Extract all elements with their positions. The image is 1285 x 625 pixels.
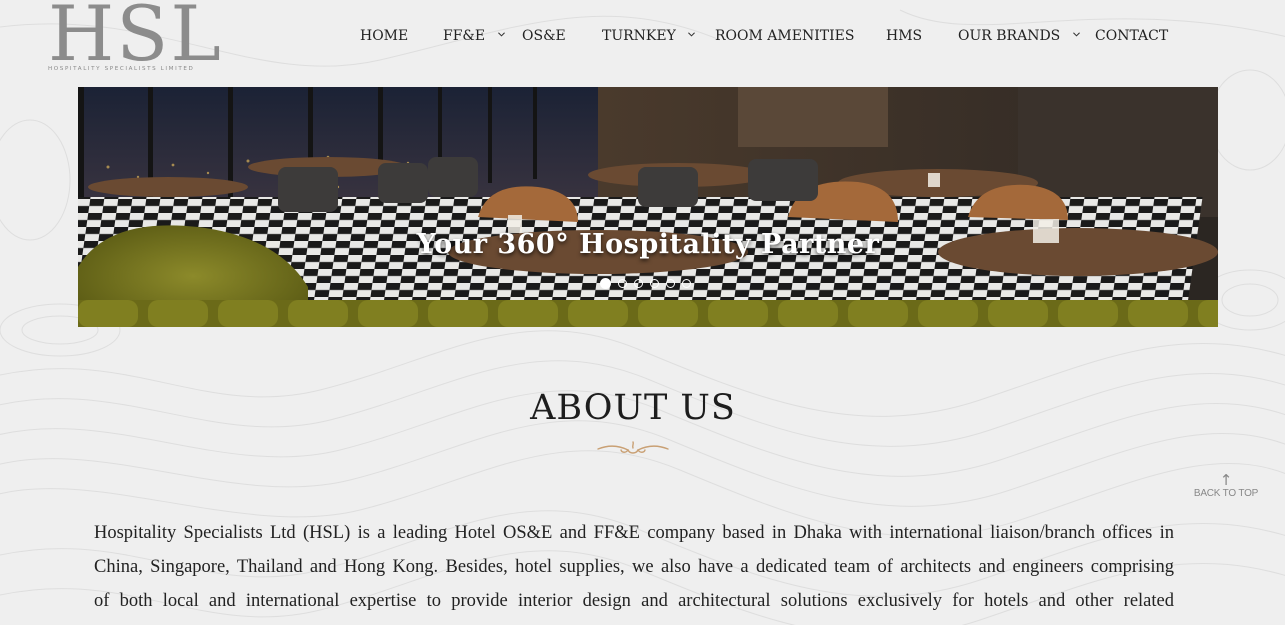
main-nav: HOME FF&E OS&E TURNKEY ROOM AMENITIES HM…: [0, 0, 1285, 72]
nav-item-label: FF&E: [443, 28, 486, 44]
slider-dot-3[interactable]: [634, 279, 643, 288]
nav-item-label: ROOM AMENITIES: [715, 28, 855, 44]
slider-dot-2[interactable]: [618, 279, 627, 288]
back-to-top-button[interactable]: ↑ BACK TO TOP: [1190, 472, 1262, 499]
about-line: Hospitality Specialists Ltd (HSL) is a l…: [94, 523, 1174, 543]
nav-item-hms[interactable]: HMS: [886, 27, 922, 47]
nav-item-turnkey[interactable]: TURNKEY: [602, 27, 696, 47]
hero-slider[interactable]: Your 360° Hospitality Partner: [78, 87, 1218, 327]
chevron-down-icon: [688, 32, 696, 37]
nav-item-label: HMS: [886, 28, 923, 44]
arrow-up-icon: ↑: [1219, 471, 1233, 489]
nav-item-label: HOME: [360, 28, 409, 44]
slider-dot-6[interactable]: [682, 279, 691, 288]
nav-item-ose[interactable]: OS&E: [522, 27, 566, 47]
nav-item-label: OS&E: [522, 28, 566, 44]
nav-item-label: CONTACT: [1095, 28, 1169, 44]
back-to-top-label: BACK TO TOP: [1193, 488, 1259, 499]
nav-item-label: TURNKEY: [602, 28, 676, 44]
nav-item-ffe[interactable]: FF&E: [443, 27, 505, 47]
about-line: of both local and international expertis…: [94, 591, 1174, 611]
slider-dot-1[interactable]: [600, 278, 611, 289]
hero-image-restaurant: [78, 87, 1218, 327]
divider-ornament-icon: [597, 441, 669, 454]
slider-dot-5[interactable]: [666, 279, 675, 288]
nav-item-label: OUR BRANDS: [958, 28, 1061, 44]
nav-item-home[interactable]: HOME: [360, 27, 408, 47]
nav-item-our-brands[interactable]: OUR BRANDS: [958, 27, 1080, 47]
chevron-down-icon: [1072, 32, 1080, 37]
about-heading: ABOUT US: [530, 388, 736, 428]
about-line: China, Singapore, Thailand and Hong Kong…: [94, 557, 1174, 577]
hero-caption: Your 360° Hospitality Partner: [416, 229, 880, 260]
about-body: Hospitality Specialists Ltd (HSL) is a l…: [94, 516, 1174, 618]
chevron-down-icon: [497, 32, 505, 37]
slider-dot-4[interactable]: [650, 279, 659, 288]
nav-item-contact[interactable]: CONTACT: [1095, 27, 1168, 47]
nav-item-room-amenities[interactable]: ROOM AMENITIES: [715, 27, 854, 47]
